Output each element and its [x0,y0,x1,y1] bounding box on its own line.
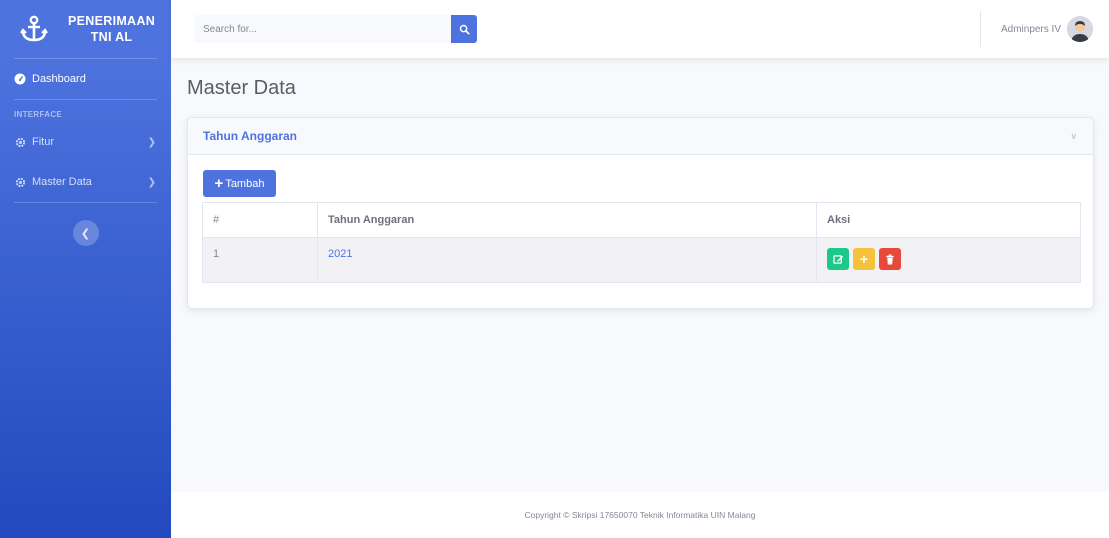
row-actions: + [827,248,1070,270]
sidebar-item-label: Dashboard [32,73,86,85]
page-title: Master Data [187,77,296,99]
cog-icon [14,176,26,188]
search-bar [194,15,477,43]
table-header-row: # Tahun Anggaran Aksi [202,202,1081,238]
brand-name: PENERIMAAN TNI AL [68,13,155,45]
column-header-aksi: Aksi [816,202,1081,238]
trash-icon [886,253,894,265]
cog-icon [14,136,26,148]
search-button[interactable] [451,15,477,43]
column-header-number: # [202,202,318,238]
sidebar-brand[interactable]: PENERIMAAN TNI AL [0,0,171,58]
card-header[interactable]: Tahun Anggaran ∨ [188,118,1093,155]
edit-icon [832,254,843,264]
cell-actions: + [816,237,1081,283]
delete-button[interactable] [879,248,901,270]
chevron-right-icon: ❯ [147,176,156,188]
footer-copyright: Copyright © Skripsi 17650070 Teknik Info… [524,510,756,520]
sidebar: PENERIMAAN TNI AL Dashboard INTERFACE Fi… [0,0,171,538]
edit-button[interactable] [827,248,849,270]
cell-tahun: 2021 [317,237,817,283]
search-icon [459,24,470,35]
sidebar-divider [14,202,157,203]
topbar: Adminpers IV [171,0,1109,58]
tahun-anggaran-card: Tahun Anggaran ∨ + Tambah # Tahun Anggar… [187,117,1094,309]
user-name: Adminpers IV [1000,23,1061,35]
data-table: # Tahun Anggaran Aksi 1 2021 + [202,202,1081,283]
cell-number: 1 [202,237,318,283]
chevron-left-icon: ❮ [80,227,91,240]
search-input[interactable] [194,15,451,43]
sidebar-heading: INTERFACE [14,110,63,119]
anchor-icon [20,15,48,42]
column-header-tahun: Tahun Anggaran [317,202,817,238]
add-button-label: Tambah [225,177,265,190]
plus-icon: + [214,175,224,192]
chevron-down-icon[interactable]: ∨ [1070,131,1077,142]
sidebar-item-fitur[interactable]: Fitur ❯ [0,122,171,162]
avatar[interactable] [1067,16,1093,42]
sidebar-toggle-button[interactable]: ❮ [72,220,99,246]
chevron-right-icon: ❯ [147,136,156,148]
add-button[interactable]: + Tambah [203,170,276,197]
brand-line-2: TNI AL [90,30,133,44]
sidebar-item-master-data[interactable]: Master Data ❯ [0,162,171,202]
plus-icon: + [859,251,869,267]
topbar-divider [979,11,981,47]
card-title: Tahun Anggaran [203,129,297,143]
add-detail-button[interactable]: + [853,248,875,270]
user-menu[interactable]: Adminpers IV [979,0,1109,58]
sidebar-item-label: Master Data [32,176,92,188]
sidebar-item-label: Fitur [32,136,54,148]
tachometer-icon [14,73,26,85]
sidebar-item-dashboard[interactable]: Dashboard [0,59,171,99]
table-row: 1 2021 + [202,237,1081,283]
footer: Copyright © Skripsi 17650070 Teknik Info… [171,492,1109,538]
brand-line-1: PENERIMAAN [68,14,156,28]
user-avatar-icon [1067,16,1093,42]
